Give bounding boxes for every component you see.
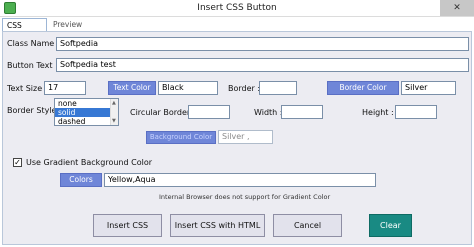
width-input[interactable] (281, 105, 323, 119)
text-size-input[interactable]: 17 (44, 81, 86, 95)
text-color-input[interactable]: Black (158, 81, 218, 95)
title-bar: Insert CSS Button ✕ (0, 0, 474, 17)
class-name-input[interactable]: Softpedia (56, 37, 469, 51)
text-size-label: Text Size : (7, 84, 48, 93)
clear-button[interactable]: Clear (369, 214, 412, 237)
height-label: Height : (362, 108, 394, 117)
close-button[interactable]: ✕ (440, 0, 474, 16)
css-button-panel: Class Name : Softpedia Button Text : Sof… (2, 31, 472, 245)
scroll-down-icon[interactable]: ▼ (112, 118, 116, 124)
background-color-button[interactable]: Background Color (146, 131, 216, 144)
circular-border-input[interactable] (188, 105, 230, 119)
height-input[interactable] (395, 105, 437, 119)
text-color-button[interactable]: Text Color (108, 81, 156, 95)
border-style-option[interactable]: dashed (55, 117, 118, 125)
button-text-input[interactable]: Softpedia test (56, 58, 469, 72)
tab-preview[interactable]: Preview (49, 18, 89, 32)
background-color-input[interactable]: Silver , (218, 130, 273, 144)
gradient-checkbox-label: Use Gradient Background Color (26, 158, 153, 167)
border-style-option-selected[interactable]: solid (55, 108, 118, 117)
border-color-button[interactable]: Border Color (327, 81, 399, 95)
border-label: Border : (228, 84, 261, 93)
insert-css-with-html-button[interactable]: Insert CSS with HTML (170, 214, 265, 237)
border-style-option[interactable]: none (55, 99, 118, 108)
cancel-button[interactable]: Cancel (273, 214, 342, 237)
button-text-label: Button Text : (7, 61, 58, 70)
gradient-note: Internal Browser does not support for Gr… (159, 193, 331, 201)
scroll-up-icon[interactable]: ▲ (112, 100, 116, 106)
listbox-scrollbar[interactable]: ▲ ▼ (110, 99, 118, 125)
colors-button[interactable]: Colors (60, 173, 102, 187)
insert-css-button[interactable]: Insert CSS (93, 214, 162, 237)
tab-css-button[interactable]: CSS Button (2, 18, 47, 43)
colors-input[interactable]: Yellow,Aqua (104, 173, 376, 187)
gradient-checkbox[interactable]: ✓ (13, 158, 22, 167)
window-title: Insert CSS Button (197, 3, 277, 13)
border-color-input[interactable]: Silver (401, 81, 456, 95)
border-input[interactable] (259, 81, 297, 95)
border-style-listbox[interactable]: none solid dashed ▲ ▼ (54, 98, 119, 126)
circular-border-label: Circular Border : (130, 108, 196, 117)
class-name-label: Class Name : (7, 39, 60, 48)
width-label: Width : (254, 108, 283, 117)
